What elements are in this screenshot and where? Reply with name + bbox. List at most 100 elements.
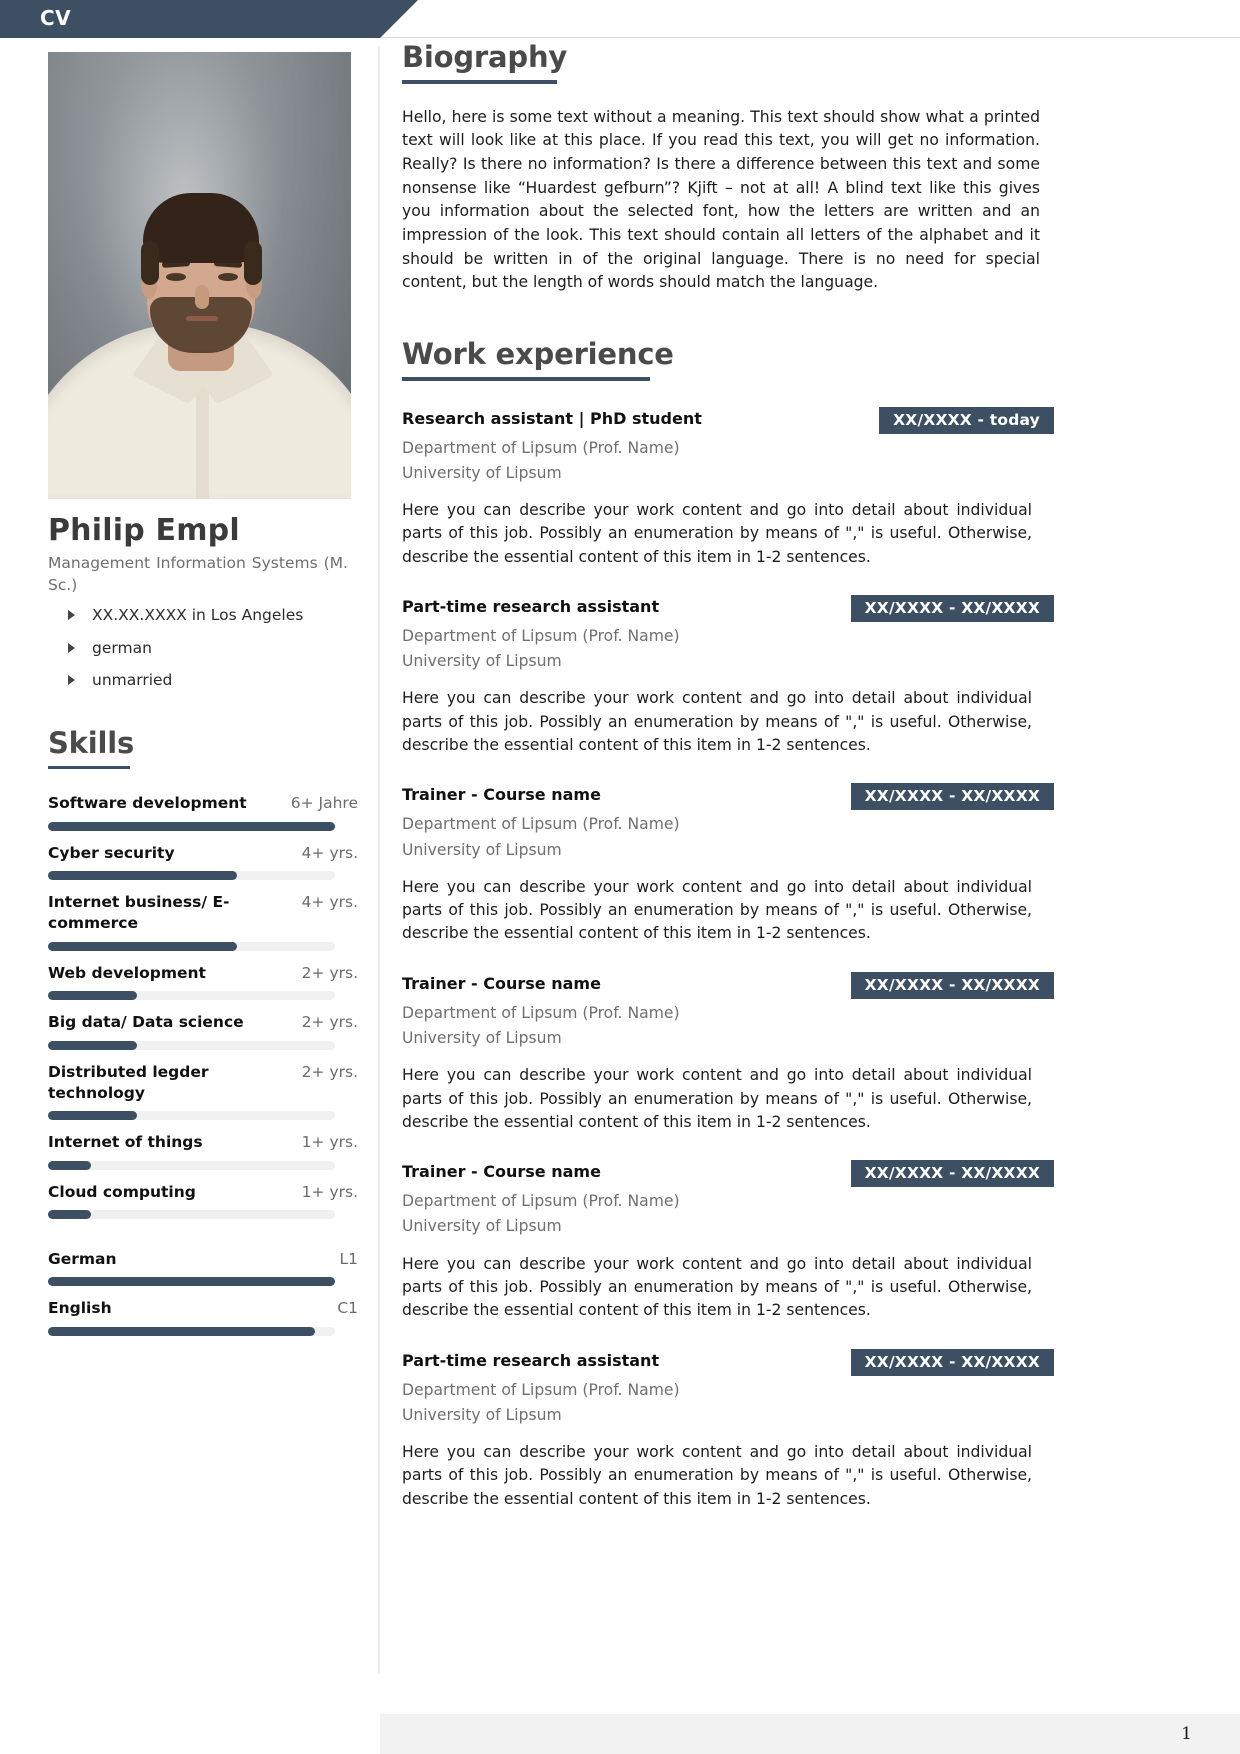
job-description: Here you can describe your work content … [402, 1066, 1032, 1131]
language-row: German L1 [48, 1249, 358, 1287]
skill-bar-fill [48, 871, 238, 881]
job-institution: University of Lipsum [402, 652, 562, 671]
job-institution: University of Lipsum [402, 1405, 562, 1424]
sidebar: Philip Empl Management Information Syste… [48, 52, 358, 1348]
skill-name: Big data/ Data science [48, 1013, 244, 1032]
skill-bar-fill [48, 821, 335, 831]
skill-row-header: Cyber security 4+ yrs. [48, 843, 358, 864]
list-item: german [48, 639, 358, 658]
skill-years: 1+ yrs. [301, 1182, 358, 1201]
work-experience-section: Work experience Research assistant | PhD… [402, 337, 1054, 1511]
work-item-header: Research assistant | PhD student XX/XXXX … [402, 406, 1054, 434]
work-item-header: Trainer - Course name XX/XXXX - XX/XXXX [402, 971, 1054, 999]
skill-row-header: Web development 2+ yrs. [48, 963, 358, 984]
mouth-shape [186, 316, 218, 321]
skill-bar-fill [48, 1277, 335, 1287]
list-item: XX.XX.XXXX in Los Angeles [48, 606, 358, 625]
main-content: Biography Hello, here is some text witho… [402, 40, 1054, 1537]
biography-heading-rule [402, 80, 557, 84]
skill-row: Distributed legder technology 2+ yrs. [48, 1062, 358, 1121]
job-title: Part-time research assistant [402, 1350, 660, 1370]
skill-bar-fill [48, 991, 137, 1001]
hair-shape [143, 193, 259, 263]
skill-name: Distributed legder technology [48, 1062, 209, 1102]
skills-heading: Skills [48, 725, 135, 760]
work-experience-item: Trainer - Course name XX/XXXX - XX/XXXX De… [402, 971, 1054, 1134]
work-experience-list: Research assistant | PhD student XX/XXXX … [402, 406, 1054, 1512]
work-experience-item: Part-time research assistant XX/XXXX - XX… [402, 594, 1054, 757]
job-department: Department of Lipsum (Prof. Name) [402, 815, 680, 834]
job-description: Here you can describe your work content … [402, 500, 1032, 566]
job-institution: University of Lipsum [402, 840, 562, 859]
skill-bar-track [48, 1277, 335, 1287]
fact-text: unmarried [92, 671, 173, 690]
footer-banner-slant [380, 1714, 420, 1754]
skill-bar-track [48, 871, 335, 881]
job-date-badge: XX/XXXX - XX/XXXX [850, 971, 1054, 999]
job-description: Here you can describe your work content … [402, 877, 1032, 943]
skill-row-header: Cloud computing 1+ yrs. [48, 1182, 358, 1203]
skill-years: 4+ yrs. [301, 893, 358, 912]
work-item-header: Part-time research assistant XX/XXXX - XX… [402, 594, 1054, 622]
work-item-header: Trainer - Course name XX/XXXX - XX/XXXX [402, 783, 1054, 811]
person-subtitle: Management Information Systems (M. Sc.) [48, 554, 348, 594]
language-row: English C1 [48, 1298, 358, 1336]
skill-bar-track [48, 1160, 335, 1170]
skill-name: Software development [48, 794, 247, 813]
fact-text: german [92, 638, 152, 657]
job-institution: University of Lipsum [402, 463, 562, 482]
skill-name: Web development [48, 963, 206, 982]
job-description: Here you can describe your work content … [402, 1443, 1032, 1508]
skills-heading-rule [48, 765, 130, 770]
skills-list: Software development 6+ Jahre Cyber securi… [48, 793, 358, 1336]
skill-bar-track [48, 1111, 335, 1121]
skill-row-header: English C1 [48, 1298, 358, 1319]
work-experience-item: Research assistant | PhD student XX/XXXX … [402, 406, 1054, 569]
person-name: Philip Empl [48, 513, 240, 548]
work-experience-item: Part-time research assistant XX/XXXX - XX… [402, 1348, 1054, 1511]
skill-years: 2+ yrs. [301, 963, 358, 982]
biography-section: Biography Hello, here is some text witho… [402, 40, 1054, 295]
language-level: C1 [337, 1299, 358, 1318]
job-date-badge: XX/XXXX - XX/XXXX [850, 1160, 1054, 1188]
skill-bar-fill [48, 1160, 92, 1170]
job-department: Department of Lipsum (Prof. Name) [402, 1003, 680, 1022]
skill-bar-track [48, 1040, 335, 1050]
work-experience-heading-rule [402, 377, 650, 381]
job-title: Part-time research assistant [402, 596, 660, 616]
skill-row-header: Internet of things 1+ yrs. [48, 1132, 358, 1153]
footer-banner [380, 1714, 1240, 1754]
job-date-badge: XX/XXXX - today [879, 406, 1054, 434]
skill-bar-fill [48, 1326, 315, 1336]
job-department: Department of Lipsum (Prof. Name) [402, 1380, 680, 1399]
skill-bar-fill [48, 1111, 137, 1121]
biography-heading: Biography [402, 40, 568, 74]
skill-bar-fill [48, 1210, 92, 1220]
skill-row: Internet of things 1+ yrs. [48, 1132, 358, 1170]
hair-side-right [244, 241, 262, 285]
skill-name: Cloud computing [48, 1182, 196, 1201]
triangle-bullet-icon [68, 610, 75, 620]
skill-years: 6+ Jahre [290, 794, 358, 813]
nose-shape [195, 285, 209, 309]
skill-name: Internet business/ E-commerce [48, 893, 230, 933]
skill-row: Cyber security 4+ yrs. [48, 843, 358, 881]
skill-row-header: Big data/ Data science 2+ yrs. [48, 1012, 358, 1033]
triangle-bullet-icon [68, 642, 75, 653]
page-number: 1 [1181, 1724, 1192, 1744]
skill-years: 1+ yrs. [301, 1133, 358, 1152]
header-banner-slant [380, 0, 418, 38]
job-date-badge: XX/XXXX - XX/XXXX [850, 594, 1054, 622]
eye-left [166, 273, 186, 281]
job-institution: University of Lipsum [402, 1029, 562, 1047]
skill-row-header: German L1 [48, 1249, 358, 1270]
job-date-badge: XX/XXXX - XX/XXXX [850, 1348, 1054, 1376]
skill-row-header: Software development 6+ Jahre [48, 793, 358, 814]
skill-bar-fill [48, 941, 238, 951]
skill-bar-track [48, 821, 335, 831]
job-department: Department of Lipsum (Prof. Name) [402, 626, 680, 645]
personal-facts-list: XX.XX.XXXX in Los Angeles german unmarri… [48, 606, 358, 690]
skill-row: Web development 2+ yrs. [48, 963, 358, 1001]
portrait-photo [48, 52, 351, 499]
skill-bar-track [48, 1326, 335, 1336]
